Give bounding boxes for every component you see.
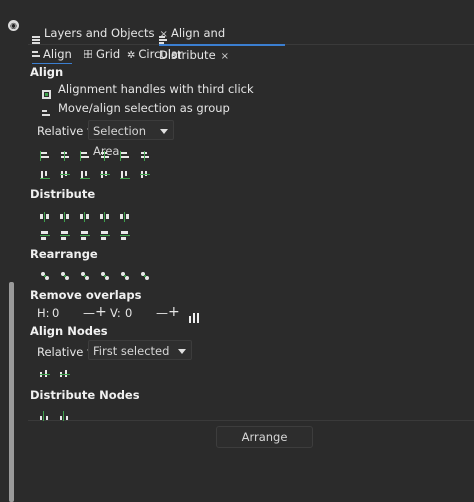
section-title-align: Align: [30, 65, 64, 79]
section-title-rearrange: Rearrange: [30, 247, 98, 261]
align-text-icon[interactable]: [140, 165, 150, 178]
checkbox-alignment-handles[interactable]: [42, 84, 51, 99]
tab-layers-and-objects[interactable]: Layers and Objects ×: [32, 22, 168, 44]
tab-bar: Layers and Objects × Align and Distribute…: [28, 22, 474, 62]
align-bottom-edge-icon[interactable]: [120, 165, 130, 179]
grid-icon: [83, 46, 93, 59]
divider: [28, 420, 474, 421]
subtab-label: Circular: [138, 47, 183, 61]
v-spin-input[interactable]: 0: [125, 306, 132, 320]
checkbox-move-as-group[interactable]: [42, 103, 51, 116]
align-icon: [159, 29, 167, 44]
nodes-relative-to-select[interactable]: First selected: [88, 340, 192, 360]
sort-icon[interactable]: [60, 266, 70, 280]
align-center-icon[interactable]: [60, 146, 70, 161]
graph-icon[interactable]: [140, 266, 150, 280]
align-baseline-icon[interactable]: [140, 146, 150, 161]
arrange-button[interactable]: Arrange: [216, 426, 313, 448]
align-right-icon[interactable]: [100, 146, 110, 161]
option-alignment-handles: Alignment handles with third click: [58, 82, 254, 96]
subtab-label: Grid: [96, 47, 121, 61]
rotate-icon[interactable]: [100, 266, 110, 280]
dock-panel: Layers and Objects × Align and Distribute…: [22, 0, 474, 502]
section-title-remove-overlaps: Remove overlaps: [30, 288, 142, 302]
distribute-xy-icon[interactable]: [120, 207, 130, 222]
distribute-random-icon[interactable]: [120, 226, 130, 240]
distribute-gap-icon[interactable]: [100, 207, 110, 222]
distribute-bottom-icon[interactable]: [80, 226, 90, 240]
subtab-align[interactable]: Align: [32, 46, 72, 65]
chevron-down-icon: [160, 129, 168, 134]
unclump-icon[interactable]: [120, 266, 130, 280]
nodes-relative-to-value: First selected: [93, 344, 170, 358]
align-nodes-h-icon[interactable]: [40, 364, 50, 377]
dock-header: [22, 0, 474, 22]
h-label: H:: [37, 306, 50, 320]
align-nodes-v-icon[interactable]: [60, 364, 70, 377]
subtab-grid[interactable]: Grid: [83, 46, 121, 62]
exchange-icon[interactable]: [40, 266, 50, 280]
distribute-vgap-icon[interactable]: [100, 226, 110, 240]
section-title-distribute: Distribute: [30, 187, 96, 201]
align-left-icon[interactable]: [40, 146, 50, 161]
subtab-bar: Align Grid ✲ Circular: [28, 44, 474, 65]
scrollbar[interactable]: [9, 282, 14, 502]
align-top-icon[interactable]: [40, 165, 50, 179]
align-middle-icon[interactable]: [80, 165, 90, 179]
left-strip: ◉: [0, 0, 22, 502]
h-minus-button[interactable]: —: [83, 306, 95, 320]
align-icon: [32, 46, 40, 57]
v-label: V:: [110, 306, 121, 320]
v-minus-button[interactable]: —: [156, 306, 168, 320]
align-hcenter-icon[interactable]: [80, 146, 90, 161]
align-vcenter-icon[interactable]: [60, 165, 70, 178]
layers-icon: [32, 29, 40, 44]
v-plus-button[interactable]: +: [168, 304, 180, 320]
h-plus-button[interactable]: +: [95, 304, 107, 320]
distribute-right-icon[interactable]: [80, 207, 90, 222]
h-spin-input[interactable]: 0: [52, 306, 59, 320]
option-move-as-group: Move/align selection as group: [58, 101, 230, 115]
order-icon[interactable]: [80, 266, 90, 280]
align-bottom-icon[interactable]: [100, 165, 110, 178]
remove-overlaps-icon[interactable]: [189, 308, 199, 323]
distribute-left-icon[interactable]: [40, 207, 50, 222]
section-title-align-nodes: Align Nodes: [30, 324, 108, 338]
tab-label: Layers and Objects: [44, 26, 155, 40]
eye-icon[interactable]: ◉: [8, 20, 19, 31]
subtab-label: Align: [43, 47, 72, 61]
distribute-nodes-v-icon[interactable]: [60, 406, 70, 421]
align-panel: Align Alignment handles with third click…: [28, 64, 474, 502]
section-title-distribute-nodes: Distribute Nodes: [30, 388, 140, 402]
chevron-down-icon: [178, 349, 186, 354]
gear-icon: ✲: [127, 50, 136, 61]
distribute-mid-icon[interactable]: [60, 226, 70, 240]
distribute-nodes-h-icon[interactable]: [40, 406, 50, 421]
distribute-top-icon[interactable]: [40, 226, 50, 240]
tab-align-and-distribute[interactable]: Align and Distribute ×: [159, 22, 285, 62]
distribute-center-icon[interactable]: [60, 207, 70, 222]
align-right-edge-icon[interactable]: [120, 146, 130, 161]
relative-to-select[interactable]: Selection Area: [88, 120, 174, 158]
subtab-circular[interactable]: ✲ Circular: [127, 46, 183, 64]
